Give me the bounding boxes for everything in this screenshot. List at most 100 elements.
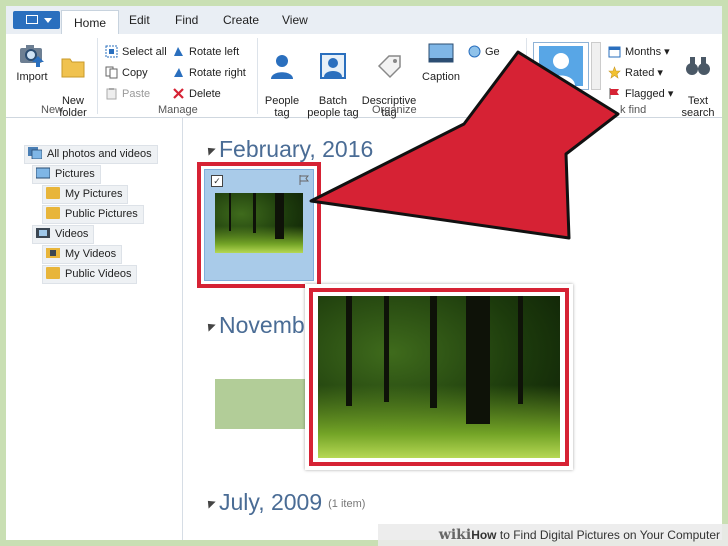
copy-icon [105,66,118,79]
sidebar-item-all-photos-videos[interactable]: All photos and videos [24,145,158,164]
video-thumbnail[interactable] [215,379,315,429]
people-tag-label: People tag [264,95,300,119]
checkbox-checked-icon[interactable]: ✓ [211,175,223,187]
ribbon-separator [257,38,258,114]
forest-preview-image [318,296,560,458]
photos-videos-icon [28,147,42,159]
ribbon-separator [526,38,527,114]
pictures-icon [36,167,50,179]
collapse-arrow-icon [204,497,216,509]
rotate-right-button[interactable]: Rotate right [172,65,246,81]
text-search-button[interactable]: Text search [678,40,718,119]
delete-x-icon [173,88,184,99]
rated-label: Rated [625,67,655,79]
delete-button[interactable]: Delete [172,86,221,102]
sidebar-item-label: Pictures [55,168,95,180]
months-button[interactable]: Months ▾ [608,44,670,60]
person-avatar-icon [539,46,583,86]
sidebar-item-label: Public Pictures [65,208,138,220]
camera-icon [20,45,44,67]
folder-icon [46,187,60,199]
tab-home[interactable]: Home [61,10,120,35]
geotag-label: Ge [485,46,500,58]
video-folder-icon [46,248,60,258]
app-menu-icon [26,15,38,24]
group-header-february-2016[interactable]: February, 2016 [204,136,374,163]
people-tag-button[interactable]: People tag [262,40,302,119]
ribbon: Import New folder New Select all Copy Pa… [6,34,722,119]
select-all-icon [105,45,118,58]
select-all-button[interactable]: Select all [105,44,167,60]
chevron-down-icon: ▾ [657,67,663,79]
photo-gallery-window: Home Edit Find Create View Import New fo… [6,6,722,540]
copy-label: Copy [122,67,148,79]
caption-button[interactable]: Caption [418,40,464,83]
batch-people-tag-button[interactable]: Batch people tag [304,40,362,119]
flag-icon [609,88,619,99]
flagged-label: Flagged [625,88,665,100]
sidebar-item-public-videos[interactable]: Public Videos [42,265,138,284]
group-label-new: New [41,104,64,116]
watermark-site: wiki [438,527,472,543]
rotate-right-icon [174,68,183,77]
rotate-left-button[interactable]: Rotate left [172,44,239,60]
photo-thumbnail[interactable]: ✓ [204,169,314,281]
months-label: Months [625,46,662,58]
sidebar-item-my-pictures[interactable]: My Pictures [42,185,129,204]
group-label-organize: Organize [372,104,417,116]
navigation-pane: All photos and videos Pictures My Pictur… [6,118,183,540]
geotag-button[interactable]: Ge [468,44,508,60]
caption-icon [428,43,454,63]
chevron-down-icon: ▾ [667,88,674,100]
watermark-bold: How [471,528,497,542]
group-item-count: (1 item) [328,498,366,510]
group-header-july-2009[interactable]: July, 2009 (1 item) [204,489,366,516]
sidebar-item-public-pictures[interactable]: Public Pictures [42,205,144,224]
person-icon [271,55,293,79]
group-title: July, 2009 [219,489,323,515]
tab-create[interactable]: Create [223,13,259,27]
tab-find[interactable]: Find [175,13,198,27]
import-label: Import [16,71,48,83]
videos-icon [36,228,50,238]
copy-button[interactable]: Copy [105,65,148,81]
paste-button[interactable]: Paste [105,86,150,102]
rotate-left-label: Rotate left [189,46,240,58]
chevron-down-icon [44,18,52,23]
photo-preview-popup [305,284,573,470]
calendar-icon [608,46,621,58]
star-icon [608,66,621,79]
collapse-arrow-icon [204,320,216,332]
sidebar-item-videos[interactable]: Videos [32,225,95,244]
binoculars-icon [686,57,710,75]
text-search-label: Text search [681,95,715,119]
people-filter-box[interactable] [533,42,589,90]
paste-icon [106,88,117,100]
rated-button[interactable]: Rated ▾ [608,65,663,81]
watermark-caption: wikiHow to Find Digital Pictures on Your… [378,524,728,546]
folder-icon [46,207,60,219]
people-filter-scroll[interactable] [591,42,601,90]
group-title: February, 2016 [219,136,374,162]
app-menu-button[interactable] [13,11,60,29]
tab-edit[interactable]: Edit [129,13,150,27]
menu-bar: Home Edit Find Create View [6,6,722,35]
group-label-manage: Manage [158,104,198,116]
sidebar-item-my-videos[interactable]: My Videos [42,245,123,264]
rotate-right-label: Rotate right [189,67,246,79]
sidebar-item-pictures[interactable]: Pictures [32,165,101,184]
ribbon-separator [97,38,98,114]
sidebar-item-label: All photos and videos [47,148,152,160]
flagged-button[interactable]: Flagged ▾ [608,86,673,102]
folder-icon [46,267,60,279]
delete-label: Delete [189,88,221,100]
import-button[interactable]: Import [12,40,52,83]
group-header-november[interactable]: Novemb [204,312,305,339]
person-photo-icon [320,53,346,79]
select-all-label: Select all [122,46,167,58]
forest-thumbnail-image [215,193,303,253]
flag-outline-icon[interactable] [299,175,309,185]
globe-icon [468,45,481,58]
sidebar-item-label: Public Videos [65,268,132,280]
tab-view[interactable]: View [282,13,308,27]
